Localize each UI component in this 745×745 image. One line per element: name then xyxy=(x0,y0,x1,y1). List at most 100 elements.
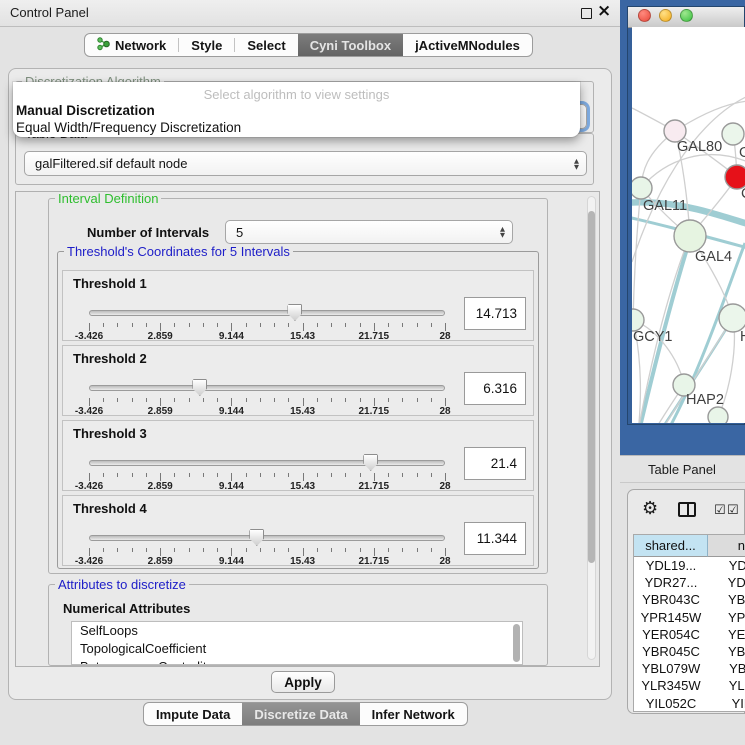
tick-mark xyxy=(160,548,161,556)
tab-label: Impute Data xyxy=(156,707,230,722)
table-row[interactable]: YBR045CYBR0 xyxy=(634,643,745,660)
network-node[interactable] xyxy=(708,407,728,423)
tab-infer-network[interactable]: Infer Network xyxy=(360,703,467,725)
control-panel: Control Panel × NetworkStyleSelectCyni T… xyxy=(0,0,620,745)
network-node-gal4[interactable] xyxy=(674,220,706,252)
tick-mark xyxy=(231,473,232,481)
table-row[interactable]: YPR145WYPR1 xyxy=(634,609,745,626)
threshold-value-field[interactable]: 21.4 xyxy=(464,447,526,480)
threshold-slider[interactable]: -3.4262.8599.14415.4321.71528 xyxy=(89,303,445,339)
tick-mark xyxy=(303,398,304,406)
tick-mark xyxy=(274,473,275,477)
table-row[interactable]: YBL079WYBL0 xyxy=(634,660,745,677)
tab-label: Style xyxy=(191,38,222,53)
slider-track[interactable] xyxy=(89,460,445,466)
attributes-title: Attributes to discretize xyxy=(55,577,189,592)
tab-select[interactable]: Select xyxy=(235,34,297,56)
attributes-group: Attributes to discretize Numerical Attri… xyxy=(48,584,548,666)
table-cell: YBR0 xyxy=(708,592,745,607)
network-node-gcy1[interactable] xyxy=(632,309,644,331)
tick-mark xyxy=(217,473,218,477)
tab-jactivemnodules[interactable]: jActiveMNodules xyxy=(403,34,532,56)
network-desktop: GAL80GALCGAL11GAL4GCY1HHAP2 xyxy=(620,0,745,455)
tab-network[interactable]: Network xyxy=(85,34,178,56)
zoom-traffic-light-icon[interactable] xyxy=(680,9,693,22)
tick-mark xyxy=(345,473,346,477)
float-window-icon[interactable] xyxy=(581,8,592,19)
tick-mark xyxy=(303,323,304,331)
network-edge[interactable] xyxy=(641,417,718,423)
vertical-scrollbar-thumb[interactable] xyxy=(588,211,595,563)
threshold-slider[interactable]: -3.4262.8599.14415.4321.71528 xyxy=(89,453,445,489)
list-scrollbar-thumb[interactable] xyxy=(513,624,520,662)
network-node-h[interactable] xyxy=(719,304,745,332)
network-window-titlebar[interactable] xyxy=(628,7,744,28)
apply-button[interactable]: Apply xyxy=(271,671,335,693)
attribute-list-item[interactable]: TopologicalCoefficient xyxy=(72,640,522,658)
slider-track[interactable] xyxy=(89,385,445,391)
table-row[interactable]: YDR27...YDR2 xyxy=(634,574,745,591)
tick-mark xyxy=(317,323,318,327)
threshold-value-field[interactable]: 6.316 xyxy=(464,372,526,405)
tab-discretize-data[interactable]: Discretize Data xyxy=(242,703,359,725)
minimize-traffic-light-icon[interactable] xyxy=(659,9,672,22)
table-cell: YER054C xyxy=(634,627,708,642)
slider-handle[interactable] xyxy=(287,304,302,321)
tick-mark xyxy=(260,548,261,552)
threshold-value-field[interactable]: 11.344 xyxy=(464,522,526,555)
gear-icon[interactable]: ⚙ xyxy=(642,498,658,519)
table-row[interactable]: YBR043CYBR0 xyxy=(634,591,745,608)
numerical-attributes-list[interactable]: SelfLoopsTopologicalCoefficientBetweenne… xyxy=(71,621,523,665)
table-row[interactable]: YLR345WYLR3 xyxy=(634,677,745,694)
number-of-intervals-combo[interactable]: 5 ▲▼ xyxy=(225,220,513,244)
network-canvas[interactable]: GAL80GALCGAL11GAL4GCY1HHAP2 xyxy=(632,27,745,423)
network-window[interactable]: GAL80GALCGAL11GAL4GCY1HHAP2 xyxy=(627,6,745,425)
network-node-gal11[interactable] xyxy=(632,177,652,199)
slider-track[interactable] xyxy=(89,535,445,541)
column-header-name[interactable]: na xyxy=(708,535,745,557)
tick-mark xyxy=(89,398,90,406)
popup-item-equal-width-frequency[interactable]: Equal Width/Frequency Discretization xyxy=(16,120,241,135)
tick-mark xyxy=(388,473,389,477)
vertical-scrollbar[interactable] xyxy=(587,196,596,660)
slider-handle[interactable] xyxy=(192,379,207,396)
threshold-panel: Threshold 3 -3.4262.8599.14415.4321.7152… xyxy=(62,420,534,491)
tab-impute-data[interactable]: Impute Data xyxy=(144,703,242,725)
table-data-combo[interactable]: galFiltered.sif default node ▲▼ xyxy=(24,151,587,176)
tick-mark xyxy=(174,473,175,477)
tick-mark xyxy=(431,548,432,552)
close-traffic-light-icon[interactable] xyxy=(638,9,651,22)
table-row[interactable]: YER054CYER0 xyxy=(634,626,745,643)
slider-handle[interactable] xyxy=(249,529,264,546)
network-node-gal[interactable] xyxy=(722,123,744,145)
attribute-list-item[interactable]: SelfLoops xyxy=(72,622,522,640)
tab-label: Select xyxy=(247,38,285,53)
close-icon[interactable]: × xyxy=(597,1,611,21)
table-cell: YPR145W xyxy=(634,610,708,625)
checkbox-icon[interactable]: ☑ xyxy=(714,503,726,518)
slider-track[interactable] xyxy=(89,310,445,316)
split-columns-icon[interactable] xyxy=(678,502,696,517)
attribute-list-item[interactable]: BetweennessCentrality xyxy=(72,658,522,665)
threshold-slider[interactable]: -3.4262.8599.14415.4321.71528 xyxy=(89,378,445,414)
tick-mark xyxy=(288,323,289,327)
tick-mark xyxy=(132,548,133,552)
table-row[interactable]: YDL19...YDL1 xyxy=(634,557,745,574)
slider-handle[interactable] xyxy=(363,454,378,471)
tick-label: 28 xyxy=(439,556,450,567)
tick-mark xyxy=(217,398,218,402)
table-row[interactable]: YIL052CYIL0 xyxy=(634,695,745,712)
popup-item-manual-discretization[interactable]: Manual Discretization xyxy=(16,103,155,118)
table-cell: YDR2 xyxy=(708,575,745,590)
tab-style[interactable]: Style xyxy=(179,34,234,56)
tick-mark xyxy=(103,398,104,402)
checkbox-icon[interactable]: ☑ xyxy=(727,503,739,518)
algorithm-dropdown-popup: Select algorithm to view settings Manual… xyxy=(13,82,580,137)
threshold-slider[interactable]: -3.4262.8599.14415.4321.71528 xyxy=(89,528,445,564)
threshold-value-field[interactable]: 14.713 xyxy=(464,297,526,330)
tick-mark xyxy=(388,548,389,552)
tab-cyni-toolbox[interactable]: Cyni Toolbox xyxy=(298,34,403,56)
column-header-shared-name[interactable]: shared... xyxy=(634,535,708,557)
tick-mark xyxy=(288,473,289,477)
tick-mark xyxy=(317,398,318,402)
